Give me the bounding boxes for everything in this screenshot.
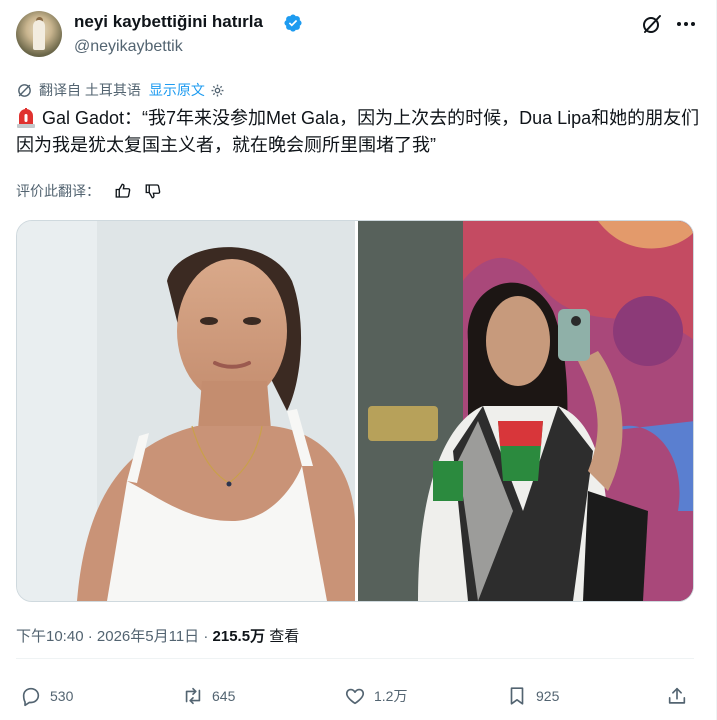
views-label: 查看 (269, 628, 300, 645)
separator-dot: · (87, 628, 97, 645)
separator-dot: · (203, 628, 213, 645)
display-name[interactable]: neyi kaybettiğini hatırla (74, 12, 263, 32)
reply-count: 530 (50, 688, 74, 704)
translation-info: 翻译自 土耳其语 显示原文 (16, 80, 225, 100)
photo-woman-white-tank-top[interactable] (17, 221, 355, 601)
verified-badge-icon[interactable] (283, 13, 303, 33)
rotating-light-icon (17, 108, 35, 128)
show-original-link[interactable]: 显示原文 (149, 80, 205, 100)
like-button[interactable]: 1.2万 (344, 680, 407, 712)
avatar[interactable] (16, 11, 62, 57)
tweet-timestamp: 下午10:40 · 2026年5月11日 · 215.5万 查看 (16, 625, 299, 646)
gear-icon[interactable] (210, 83, 225, 98)
bookmark-button[interactable]: 925 (506, 680, 559, 712)
tweet-body: Gal Gadot：“我7年来没参加Met Gala，因为上次去的时候，Dua … (16, 108, 700, 155)
translate-icon (18, 83, 31, 97)
reply-icon (22, 687, 40, 707)
action-bar: 530 645 1.2万 925 (0, 680, 717, 712)
rate-translation: 评价此翻译： (16, 180, 162, 202)
photo-left-illustration (17, 221, 355, 601)
photo-right-illustration (358, 221, 693, 601)
divider (16, 658, 694, 659)
like-count: 1.2万 (374, 688, 408, 704)
post-time[interactable]: 下午10:40 (16, 628, 84, 645)
share-button[interactable] (666, 680, 696, 712)
tweet-media[interactable] (16, 220, 694, 602)
bookmark-icon (510, 687, 524, 705)
photo-woman-mirror-selfie[interactable] (358, 221, 693, 601)
heart-icon (345, 688, 365, 705)
bookmark-count: 925 (536, 688, 560, 704)
rate-label: 评价此翻译： (16, 183, 100, 199)
view-count: 215.5万 (212, 628, 266, 645)
thumbs-down-icon[interactable] (144, 182, 162, 200)
share-icon (668, 687, 686, 704)
repost-icon (185, 687, 201, 705)
handle[interactable]: @neyikaybettik (74, 38, 183, 56)
repost-count: 645 (212, 688, 236, 704)
translated-from-label: 翻译自 土耳其语 (39, 82, 141, 98)
reply-button[interactable]: 530 (20, 680, 73, 712)
repost-button[interactable]: 645 (182, 680, 235, 712)
thumbs-up-icon[interactable] (114, 182, 132, 200)
tweet-text: Gal Gadot：“我7年来没参加Met Gala，因为上次去的时候，Dua … (16, 105, 706, 159)
more-options-icon[interactable] (674, 12, 698, 36)
post-date[interactable]: 2026年5月11日 (97, 628, 199, 645)
grok-icon[interactable] (640, 12, 664, 36)
